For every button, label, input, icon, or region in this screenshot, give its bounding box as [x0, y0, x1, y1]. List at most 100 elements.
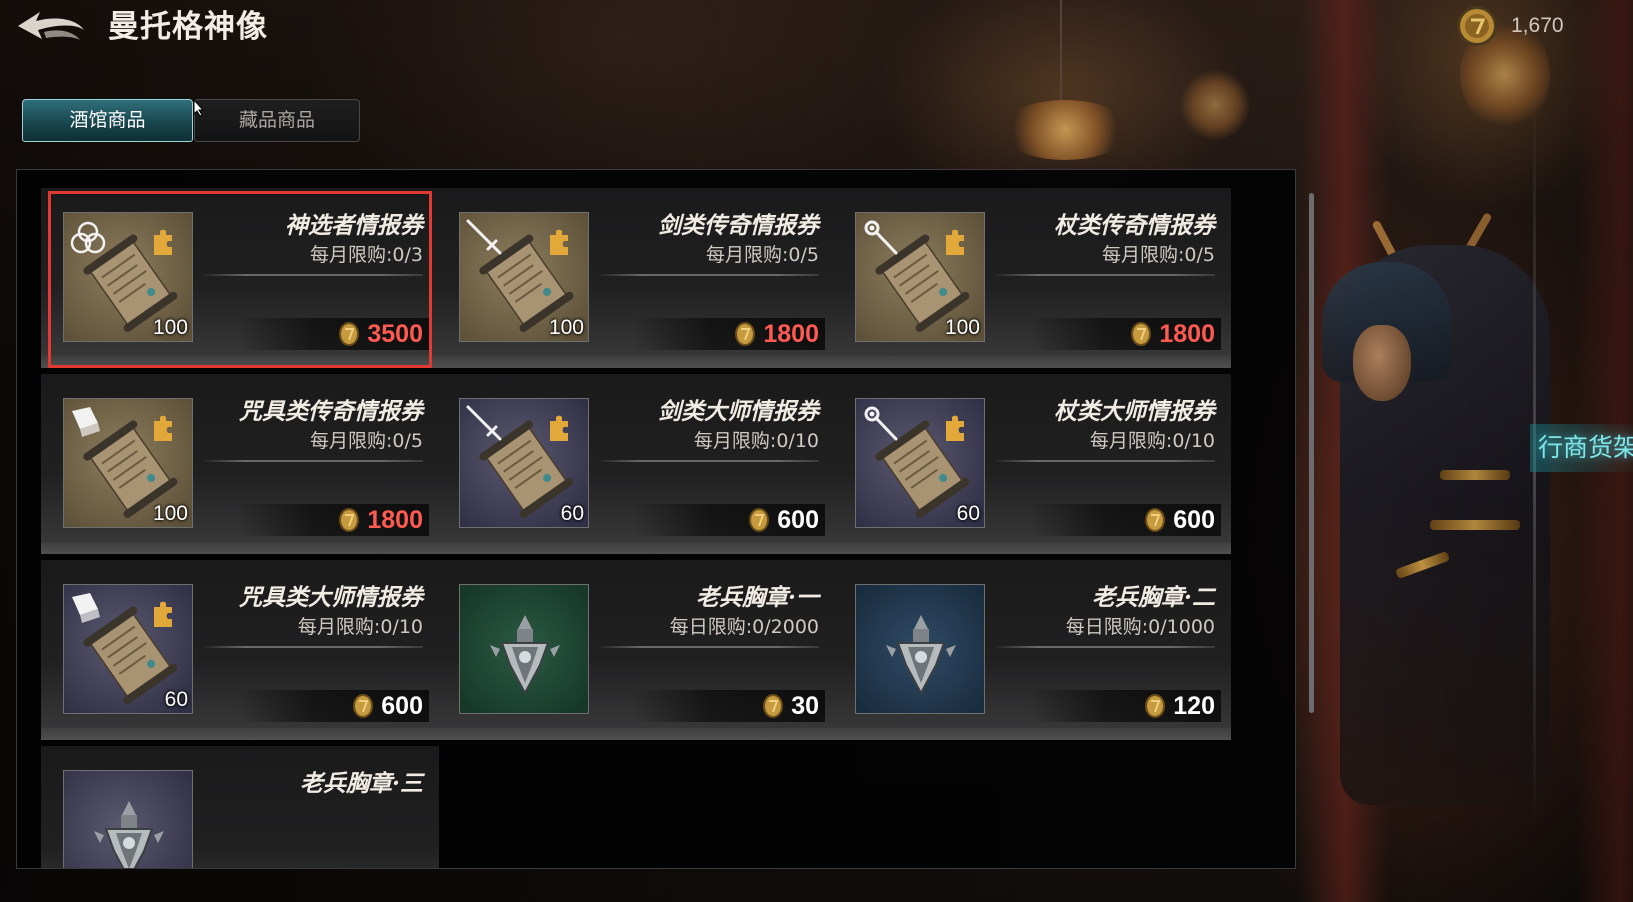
item-quantity: 60: [560, 502, 584, 525]
card-base: [41, 728, 439, 740]
purchase-limit: 每月限购:0/5: [1102, 244, 1215, 266]
gold-coin-icon: [353, 694, 374, 718]
card-base: [833, 542, 1231, 554]
gold-coin-icon: [735, 322, 756, 346]
veteran-badge-icon: [94, 801, 164, 868]
price-amount: 30: [791, 691, 819, 720]
mouse-cursor-icon: [193, 99, 205, 117]
item-quantity: 100: [152, 316, 188, 339]
card-divider: [597, 460, 819, 462]
tab-collection-goods[interactable]: 藏品商品: [194, 99, 360, 142]
item-quantity: 100: [152, 502, 188, 525]
item-name: 咒具类大师情报券: [239, 584, 423, 611]
item-quantity: 100: [548, 316, 584, 339]
purchase-limit: 每月限购:0/10: [297, 616, 423, 638]
price-amount: 1800: [1159, 319, 1215, 348]
shop-tabs: 酒馆商品 藏品商品: [22, 99, 360, 142]
item-name: 杖类传奇情报券: [1054, 212, 1215, 239]
purchase-limit: 每月限购:0/10: [1089, 430, 1215, 452]
tab-tavern-goods[interactable]: 酒馆商品: [22, 99, 193, 142]
shop-item-card[interactable]: 100 神选者情报券 每月限购:0/3 3500: [41, 188, 439, 368]
item-name: 杖类大师情报券: [1054, 398, 1215, 425]
card-base: [41, 542, 439, 554]
item-thumbnail: 60: [855, 398, 985, 528]
sword-icon: [466, 405, 502, 441]
currency-amount: 1,670: [1511, 14, 1564, 37]
purchase-limit: 每日限购:0/1000: [1065, 616, 1215, 638]
shop-item-card[interactable]: 100 剑类传奇情报券每月限购:0/5 1800: [437, 188, 835, 368]
card-divider: [993, 646, 1215, 648]
item-price: 600: [1143, 502, 1215, 538]
gold-coin-icon: [339, 322, 360, 346]
item-thumbnail: 100: [855, 212, 985, 342]
card-base: [833, 728, 1231, 740]
item-thumbnail: [855, 584, 985, 714]
card-base: [437, 356, 835, 368]
shop-item-card[interactable]: 100 咒具类传奇情报券每月限购:0/5 1800: [41, 374, 439, 554]
price-amount: 1800: [367, 505, 423, 534]
card-divider: [201, 460, 423, 462]
card-base: [437, 542, 835, 554]
shop-item-card[interactable]: 老兵胸章·二每日限购:0/1000 120: [833, 560, 1231, 740]
item-thumbnail: 60: [63, 584, 193, 714]
shop-panel: 100 神选者情报券 每月限购:0/3 3500 100 剑类传奇情报券 每月限购:0/5 1…: [16, 169, 1296, 869]
back-arrow-icon: [18, 12, 84, 40]
tome-icon: [72, 593, 100, 623]
card-base: [41, 356, 439, 368]
card-divider: [993, 460, 1215, 462]
sword-icon: [466, 219, 502, 255]
item-thumbnail: 100: [63, 398, 193, 528]
price-amount: 600: [1173, 505, 1215, 534]
shop-item-card[interactable]: 60 杖类大师情报券每月限购:0/10 600: [833, 374, 1231, 554]
veteran-badge-icon: [490, 615, 560, 696]
item-name: 咒具类传奇情报券: [239, 398, 423, 425]
gold-coin-icon: [1131, 322, 1152, 346]
gold-coin-icon: [1145, 694, 1166, 718]
card-base: [437, 728, 835, 740]
purchase-limit: 每月限购:0/5: [310, 430, 423, 452]
back-button[interactable]: [14, 6, 88, 50]
page-title: 曼托格神像: [108, 9, 268, 45]
trinity-knot-icon: [70, 221, 106, 254]
item-price: 1800: [337, 502, 423, 538]
item-name: 剑类大师情报券: [658, 398, 819, 425]
card-divider: [597, 646, 819, 648]
shop-item-card[interactable]: 60 咒具类大师情报券每月限购:0/10 600: [41, 560, 439, 740]
purchase-limit: 每月限购:0/10: [693, 430, 819, 452]
gold-coin-icon: [1457, 6, 1497, 46]
item-price: 600: [747, 502, 819, 538]
gold-coin-icon: [339, 508, 360, 532]
staff-icon: [864, 406, 898, 441]
card-base: [833, 356, 1231, 368]
price-amount: 600: [381, 691, 423, 720]
price-amount: 600: [777, 505, 819, 534]
scrollbar[interactable]: [1309, 193, 1314, 713]
gold-coin-icon: [763, 694, 784, 718]
card-divider: [993, 274, 1215, 276]
card-divider: [201, 646, 423, 648]
purchase-limit: 每日限购:0/2000: [669, 616, 819, 638]
purchase-limit: 每月限购:0/5: [706, 244, 819, 266]
shop-item-card[interactable]: 老兵胸章·一 每日限购:0/2000 30: [437, 560, 835, 740]
item-thumbnail: 60: [459, 398, 589, 528]
item-thumbnail: [63, 770, 193, 868]
merchant-shelf-button[interactable]: 行商货架: [1530, 424, 1633, 472]
item-price: 30: [761, 688, 819, 724]
gold-coin-icon: [749, 508, 770, 532]
item-name: 老兵胸章·三: [299, 770, 423, 797]
item-name: 剑类传奇情报券: [658, 212, 819, 239]
price-amount: 120: [1173, 691, 1215, 720]
item-price: 120: [1143, 688, 1215, 724]
item-price: 1800: [1129, 316, 1215, 352]
item-name: 老兵胸章·二: [1091, 584, 1215, 611]
item-thumbnail: 100: [63, 212, 193, 342]
item-quantity: 60: [956, 502, 980, 525]
shop-item-card[interactable]: 100 杖类传奇情报券每月限购:0/5 1800: [833, 188, 1231, 368]
card-divider: [597, 274, 819, 276]
shop-item-card[interactable]: 老兵胸章·三: [41, 746, 439, 868]
price-amount: 3500: [367, 319, 423, 348]
card-divider: [201, 274, 423, 276]
shop-item-card[interactable]: 60 剑类大师情报券每月限购:0/10 600: [437, 374, 835, 554]
item-thumbnail: 100: [459, 212, 589, 342]
price-amount: 1800: [763, 319, 819, 348]
